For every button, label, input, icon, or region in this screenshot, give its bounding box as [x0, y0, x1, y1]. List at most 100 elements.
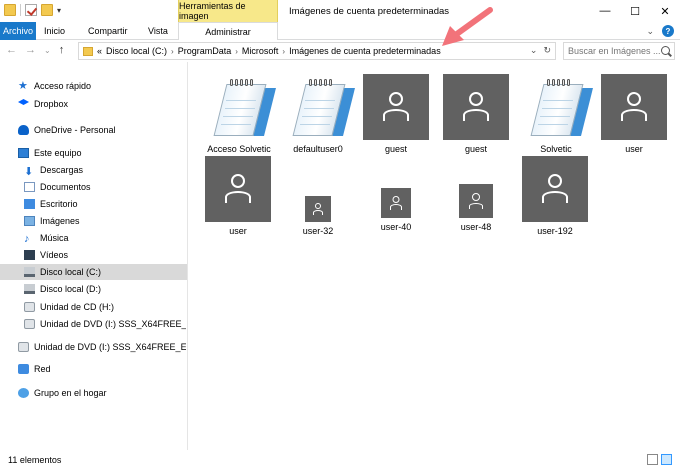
sidebar-item-label: Disco local (D:) [40, 284, 102, 294]
refresh-icon[interactable]: ↻ [543, 45, 551, 56]
desktop-icon [24, 199, 35, 209]
sidebar-item-dvd-i[interactable]: Unidad de DVD (I:) SSS_X64FREE_ES-ES_I [24, 316, 186, 332]
breadcrumb-microsoft[interactable]: Microsoft [242, 46, 279, 56]
chevron-right-icon[interactable]: › [235, 47, 238, 56]
file-view: Acceso Solvetic defaultuser0 guest guest… [189, 62, 680, 450]
sidebar-item-videos[interactable]: Vídeos [24, 247, 186, 263]
file-item[interactable]: guest [441, 74, 511, 154]
sidebar-item-onedrive[interactable]: OneDrive - Personal [18, 122, 186, 138]
navigation-bar: ← → ⌄ ↑ « Disco local (C:) › ProgramData… [0, 40, 680, 62]
sidebar-item-label: Red [34, 364, 51, 374]
sidebar-item-label: Vídeos [40, 250, 69, 260]
breadcrumb-overflow[interactable]: « [97, 46, 102, 56]
user-icon [312, 203, 324, 215]
tab-inicio[interactable]: Inicio [44, 22, 65, 40]
sidebar-item-dropbox[interactable]: Dropbox [18, 96, 186, 112]
user-icon [381, 92, 411, 122]
sidebar-item-este-equipo[interactable]: Este equipo [18, 145, 186, 161]
sidebar-item-dvd-i-root[interactable]: Unidad de DVD (I:) SSS_X64FREE_ES-ES_DV [18, 339, 186, 355]
documents-icon [24, 182, 35, 192]
breadcrumb-current-folder[interactable]: Imágenes de cuenta predeterminadas [289, 46, 441, 56]
nav-buttons: ← → ⌄ ↑ [6, 44, 64, 56]
expand-ribbon-icon[interactable]: ⌄ [646, 26, 654, 37]
notepad-icon [285, 74, 355, 140]
sidebar-item-escritorio[interactable]: Escritorio [24, 196, 186, 212]
sidebar-item-documentos[interactable]: Documentos [24, 179, 186, 195]
sidebar-item-disco-c[interactable]: Disco local (C:) [0, 264, 187, 280]
customize-toolbar-icon[interactable]: ▾ [57, 6, 61, 15]
sidebar-item-musica[interactable]: ♪ Música [24, 230, 186, 246]
properties-icon[interactable] [25, 4, 37, 16]
navigation-pane: ★ Acceso rápido Dropbox OneDrive - Perso… [0, 62, 188, 450]
sidebar-item-red[interactable]: Red [18, 361, 186, 377]
file-item[interactable]: Acceso Solvetic [199, 74, 279, 154]
file-item[interactable]: user-32 [283, 196, 353, 236]
minimize-button[interactable]: — [590, 0, 620, 22]
file-item[interactable]: Solvetic [516, 74, 596, 154]
forward-icon[interactable]: → [25, 44, 36, 56]
dvd-drive-icon [18, 342, 29, 352]
breadcrumb-disco-local[interactable]: Disco local (C:) [106, 46, 167, 56]
downloads-icon: ⬇ [24, 166, 34, 178]
ribbon-controls: ⌄ ? [646, 25, 674, 37]
maximize-button[interactable]: ☐ [620, 0, 650, 22]
help-icon[interactable]: ? [662, 25, 674, 37]
user-icon [619, 92, 649, 122]
new-folder-icon[interactable] [41, 4, 53, 16]
chevron-right-icon[interactable]: › [171, 47, 174, 56]
user-avatar-thumbnail [205, 156, 271, 222]
file-name: user-40 [380, 222, 412, 232]
file-name: defaultuser0 [293, 144, 343, 154]
sidebar-item-cd-h[interactable]: Unidad de CD (H:) [24, 299, 186, 315]
search-box[interactable] [563, 42, 675, 60]
recent-locations-icon[interactable]: ⌄ [44, 46, 51, 55]
file-item[interactable]: user-48 [441, 184, 511, 232]
sidebar-item-label: Unidad de DVD (I:) SSS_X64FREE_ES-ES_I [40, 319, 186, 329]
back-icon[interactable]: ← [6, 44, 17, 56]
annotation-arrow-icon [442, 7, 493, 46]
tab-administrar[interactable]: Administrar [178, 22, 278, 41]
file-item[interactable]: defaultuser0 [278, 74, 358, 154]
file-name: guest [384, 144, 408, 154]
large-icons-view-icon[interactable] [661, 454, 672, 465]
sidebar-item-disco-d[interactable]: Disco local (D:) [24, 281, 186, 297]
user-avatar-thumbnail [522, 156, 588, 222]
onedrive-icon [18, 125, 29, 135]
sidebar-item-label: Este equipo [34, 148, 82, 158]
chevron-down-icon[interactable]: ⌄ [530, 45, 538, 56]
window-controls: — ☐ ✕ [590, 0, 680, 22]
user-icon [223, 174, 253, 204]
contextual-tab-group: Herramientas de imagen [178, 0, 278, 22]
sidebar-item-imagenes[interactable]: Imágenes [24, 213, 186, 229]
chevron-right-icon[interactable]: › [282, 47, 285, 56]
file-item[interactable]: user-192 [520, 156, 590, 236]
tab-archivo[interactable]: Archivo [0, 22, 36, 40]
breadcrumb-programdata[interactable]: ProgramData [178, 46, 232, 56]
folder-icon[interactable] [4, 4, 16, 16]
tab-vista[interactable]: Vista [148, 22, 168, 40]
status-bar: 11 elementos [0, 450, 680, 469]
sidebar-item-grupo-hogar[interactable]: Grupo en el hogar [18, 385, 186, 401]
sidebar-item-label: Unidad de CD (H:) [40, 302, 115, 312]
sidebar-item-label: Documentos [40, 182, 91, 192]
user-avatar-thumbnail [601, 74, 667, 140]
close-button[interactable]: ✕ [650, 0, 680, 22]
up-icon[interactable]: ↑ [59, 44, 65, 56]
sidebar-item-descargas[interactable]: ⬇ Descargas [24, 162, 186, 178]
file-item[interactable]: user [599, 74, 669, 154]
sidebar-item-label: Acceso rápido [34, 81, 92, 91]
homegroup-icon [18, 388, 29, 398]
sidebar-item-acceso-rapido[interactable]: ★ Acceso rápido [18, 78, 186, 94]
details-view-icon[interactable] [647, 454, 658, 465]
address-actions: ⌄ ↻ [530, 45, 551, 56]
tab-compartir[interactable]: Compartir [88, 22, 128, 40]
search-icon[interactable] [661, 46, 670, 55]
file-item[interactable]: user-40 [361, 188, 431, 232]
pictures-icon [24, 216, 35, 226]
user-avatar-thumbnail [381, 188, 411, 218]
search-input[interactable] [568, 46, 660, 56]
sidebar-item-label: Unidad de DVD (I:) SSS_X64FREE_ES-ES_DV [34, 342, 186, 352]
file-item[interactable]: guest [361, 74, 431, 154]
file-item[interactable]: user [203, 156, 273, 236]
drive-icon [24, 284, 35, 294]
